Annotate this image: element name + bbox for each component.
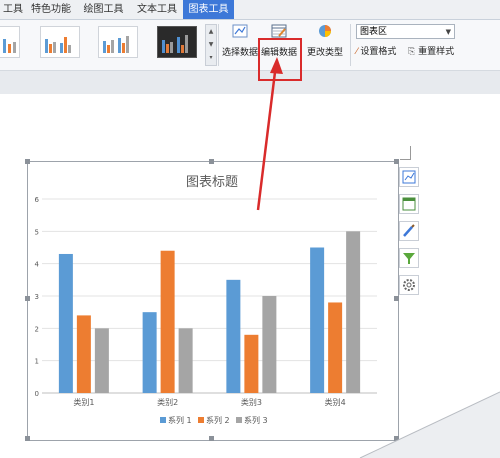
layout-icon bbox=[402, 197, 416, 211]
chart-elements-button[interactable] bbox=[399, 167, 419, 187]
layout-button[interactable] bbox=[399, 194, 419, 214]
filter-icon bbox=[403, 253, 415, 264]
bar-2 bbox=[328, 302, 343, 393]
bar-1 bbox=[58, 253, 73, 393]
bar-chart: 0 1 2 3 4 5 6 类别1 类别2 类别3 类别4 系列 1 系列 2 系列 3 bbox=[35, 196, 377, 425]
bar-3 bbox=[262, 296, 277, 393]
filter-button[interactable] bbox=[399, 248, 419, 268]
settings-button[interactable] bbox=[399, 275, 419, 295]
legend-label: 系列 3 bbox=[244, 415, 268, 425]
y-tick-label: 0 bbox=[35, 390, 39, 398]
legend-swatch bbox=[198, 417, 204, 423]
style-brush-button[interactable] bbox=[399, 221, 419, 241]
bar-2 bbox=[244, 334, 259, 393]
bar-1 bbox=[226, 279, 241, 393]
legend-label: 系列 1 bbox=[168, 415, 192, 425]
y-tick-label: 4 bbox=[35, 261, 40, 269]
bar-2 bbox=[76, 315, 91, 393]
y-tick-label: 1 bbox=[35, 358, 39, 366]
line-chart-icon bbox=[402, 170, 416, 184]
y-tick-label: 3 bbox=[35, 293, 39, 301]
x-tick-label: 类别2 bbox=[157, 397, 178, 407]
legend-swatch bbox=[160, 417, 166, 423]
x-tick-label: 类别1 bbox=[73, 397, 94, 407]
brush-icon bbox=[403, 224, 415, 237]
y-tick-label: 2 bbox=[35, 325, 39, 333]
legend-label: 系列 2 bbox=[206, 415, 230, 425]
bar-1 bbox=[142, 312, 157, 393]
legend-swatch bbox=[236, 417, 242, 423]
y-tick-label: 6 bbox=[35, 196, 40, 204]
y-tick-label: 5 bbox=[35, 228, 39, 236]
bar-3 bbox=[178, 328, 193, 393]
gear-icon bbox=[403, 279, 415, 291]
bar-3 bbox=[346, 231, 361, 393]
bar-2 bbox=[160, 250, 175, 393]
bar-3 bbox=[94, 328, 109, 393]
bar-1 bbox=[310, 247, 325, 393]
x-tick-label: 类别4 bbox=[325, 397, 346, 407]
x-tick-label: 类别3 bbox=[241, 397, 262, 407]
